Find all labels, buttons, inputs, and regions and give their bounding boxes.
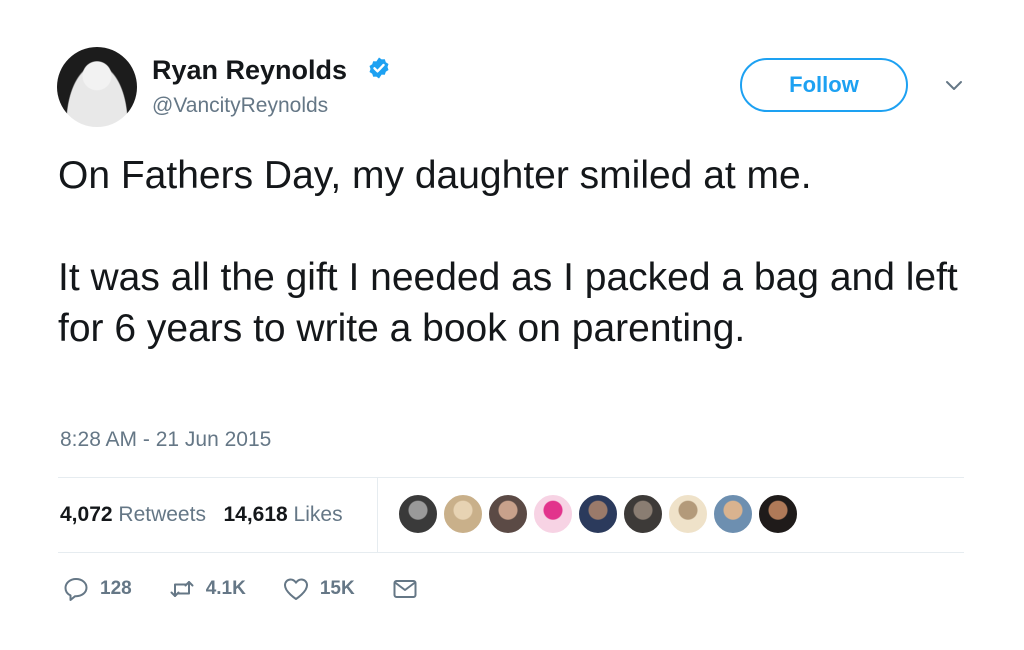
tweet-line-2: It was all the gift I needed as I packed… (58, 256, 958, 350)
reply-count: 128 (100, 578, 132, 599)
author-handle[interactable]: @VancityReynolds (152, 94, 328, 118)
likes-stat[interactable]: 14,618 Likes (223, 503, 342, 526)
direct-message-button[interactable] (391, 575, 419, 603)
liker-avatar[interactable] (488, 494, 528, 534)
divider-top (58, 477, 964, 478)
retweet-count: 4.1K (205, 578, 246, 599)
envelope-icon (393, 580, 417, 598)
reply-button[interactable]: 128 (62, 575, 132, 603)
tweet-timestamp[interactable]: 8:28 AM - 21 Jun 2015 (60, 428, 271, 452)
divider-bottom (58, 552, 964, 553)
follow-button[interactable]: Follow (740, 58, 908, 112)
reply-icon (64, 578, 88, 601)
liker-avatar[interactable] (758, 494, 798, 534)
retweet-icon (170, 581, 194, 597)
liker-avatar[interactable] (578, 494, 618, 534)
retweets-label: Retweets (118, 503, 206, 526)
liker-avatar[interactable] (533, 494, 573, 534)
like-button[interactable]: 15K (282, 575, 355, 603)
likes-label: Likes (293, 503, 343, 526)
like-count: 15K (319, 578, 355, 599)
liker-avatar[interactable] (713, 494, 753, 534)
heart-icon (283, 578, 308, 600)
likes-count: 14,618 (223, 503, 288, 526)
chevron-down-icon[interactable] (944, 76, 964, 96)
stats-divider (377, 478, 378, 552)
tweet-line-1: On Fathers Day, my daughter smiled at me… (58, 154, 812, 197)
action-bar: 128 4.1K 15K (62, 575, 455, 603)
retweets-count: 4,072 (60, 503, 113, 526)
stats-bar: 4,072 Retweets 14,618 Likes (60, 503, 343, 527)
tweet-text: On Fathers Day, my daughter smiled at me… (58, 150, 978, 354)
retweet-button[interactable]: 4.1K (168, 575, 246, 603)
verified-badge-icon (369, 57, 389, 79)
liker-avatar[interactable] (668, 494, 708, 534)
retweets-stat[interactable]: 4,072 Retweets (60, 503, 212, 526)
liker-avatar[interactable] (623, 494, 663, 534)
author-avatar[interactable] (57, 47, 137, 127)
liker-avatars (398, 494, 803, 536)
liker-avatar[interactable] (398, 494, 438, 534)
liker-avatar[interactable] (443, 494, 483, 534)
author-name[interactable]: Ryan Reynolds (152, 55, 347, 86)
